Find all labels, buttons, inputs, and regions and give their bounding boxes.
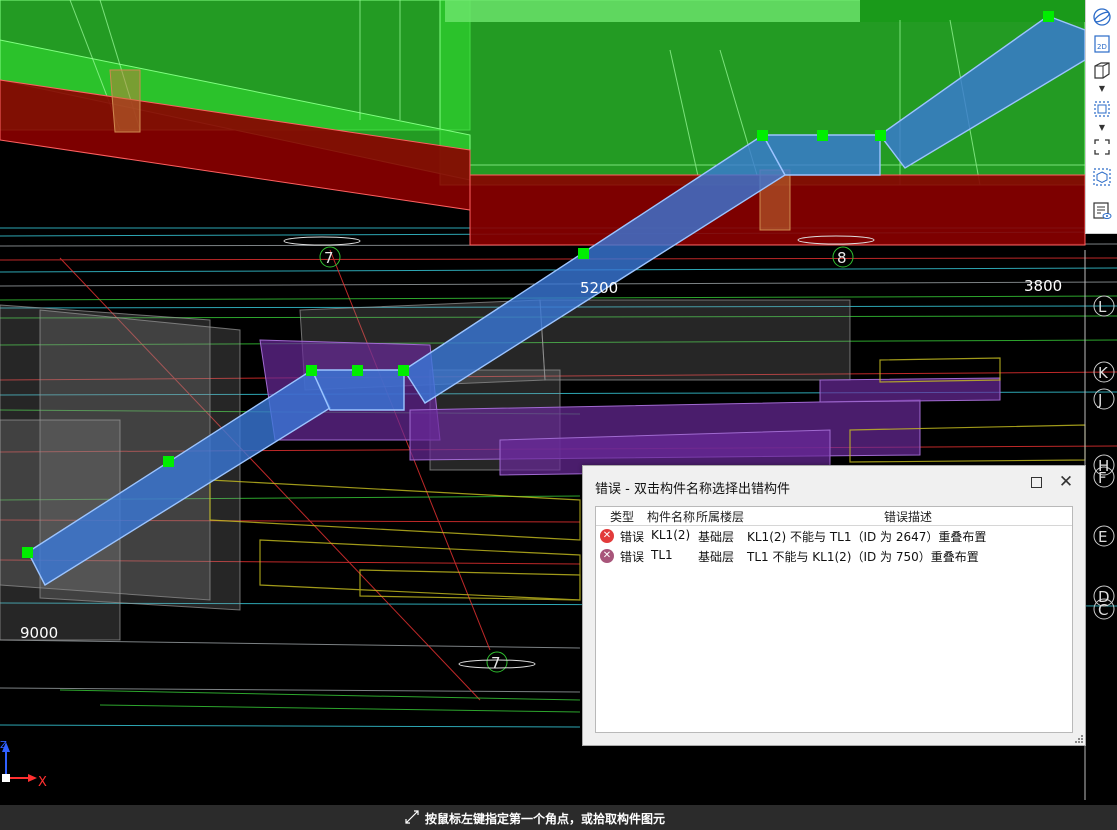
perspective-icon[interactable]	[1091, 6, 1113, 28]
table-row[interactable]: ✕ 错误 TL1 基础层 TL1 不能与 KL1(2)（ID 为 750）重叠布…	[596, 546, 1072, 566]
dimension-label-5200: 5200	[580, 279, 618, 297]
cell-type: 错误	[620, 550, 645, 564]
column-header-name[interactable]: 构件名称	[647, 508, 695, 525]
error-icon: ✕	[600, 549, 614, 563]
table-header: 类型 构件名称 所属楼层 错误描述	[596, 507, 1072, 526]
axis-letter-J: J	[1097, 391, 1102, 409]
axis-number-8: 8	[837, 249, 847, 267]
3d-cube-icon[interactable]	[1091, 59, 1113, 81]
cell-name[interactable]: KL1(2)	[651, 528, 690, 542]
column-header-desc[interactable]: 错误描述	[884, 508, 932, 525]
error-icon: ✕	[600, 529, 614, 543]
close-button[interactable]: ✕	[1057, 473, 1075, 491]
column-header-floor[interactable]: 所属楼层	[696, 508, 744, 525]
axis-letter-L: L	[1098, 298, 1107, 316]
axis-number-7: 7	[324, 249, 334, 267]
resize-grip-icon[interactable]	[1075, 735, 1083, 743]
error-dialog: 错误 - 双击构件名称选择出错构件 ✕ 类型 构件名称 所属楼层 错误描述 ✕ …	[582, 465, 1086, 746]
axis-letter-C: C	[1098, 601, 1108, 619]
cell-desc: TL1 不能与 KL1(2)（ID 为 750）重叠布置	[747, 550, 979, 564]
cell-desc: KL1(2) 不能与 TL1（ID 为 2647）重叠布置	[747, 530, 987, 544]
axis-number-7-bottom: 7	[491, 654, 501, 672]
error-table: 类型 构件名称 所属楼层 错误描述 ✕ 错误 KL1(2) 基础层 KL1(2)…	[595, 506, 1073, 733]
chevron-down-icon[interactable]: ▼	[1098, 85, 1106, 93]
maximize-button[interactable]	[1031, 477, 1042, 488]
cursor-select-icon	[405, 810, 419, 824]
column-header-type[interactable]: 类型	[610, 508, 634, 525]
x-axis-label: X	[38, 775, 47, 790]
2d-view-icon[interactable]: 2D	[1091, 33, 1113, 55]
z-axis-label: Z	[0, 740, 7, 751]
cell-type: 错误	[620, 530, 645, 544]
partial-view-icon[interactable]	[1091, 98, 1113, 120]
fullscreen-icon[interactable]	[1091, 136, 1113, 158]
axis-letter-K: K	[1098, 364, 1109, 382]
dimension-label-3800: 3800	[1024, 277, 1062, 295]
axis-letter-F: F	[1098, 469, 1107, 487]
axis-letter-E: E	[1098, 528, 1107, 546]
view-toolbar: 2D ▼ ▼	[1085, 0, 1117, 234]
status-text: 按鼠标左键指定第一个角点，或拾取构件图元	[425, 812, 666, 826]
dimension-label-9000: 9000	[20, 624, 58, 642]
svg-text:2D: 2D	[1097, 43, 1107, 51]
dialog-title: 错误 - 双击构件名称选择出错构件	[595, 482, 790, 497]
property-display-icon[interactable]	[1091, 200, 1113, 222]
cell-name[interactable]: TL1	[651, 548, 673, 562]
status-bar: 按鼠标左键指定第一个角点，或拾取构件图元	[0, 805, 1117, 830]
box-view-icon[interactable]	[1091, 166, 1113, 188]
chevron-down-icon[interactable]: ▼	[1098, 124, 1106, 132]
cell-floor: 基础层	[698, 550, 735, 564]
cell-floor: 基础层	[698, 530, 735, 544]
table-row[interactable]: ✕ 错误 KL1(2) 基础层 KL1(2) 不能与 TL1（ID 为 2647…	[596, 526, 1072, 546]
